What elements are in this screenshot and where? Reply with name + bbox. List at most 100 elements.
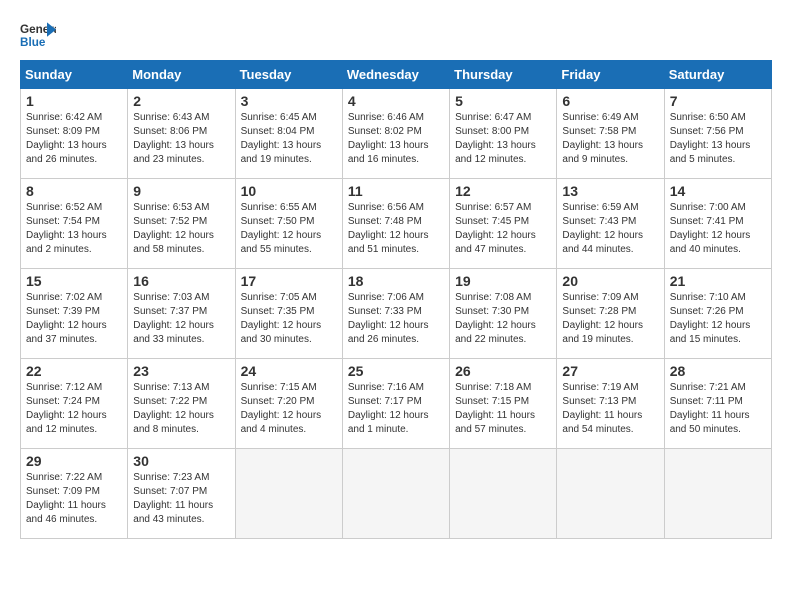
- day-info: Sunrise: 7:10 AMSunset: 7:26 PMDaylight:…: [670, 291, 766, 347]
- day-number: 16: [133, 273, 229, 289]
- column-header-thursday: Thursday: [450, 61, 557, 89]
- day-cell-20: 20Sunrise: 7:09 AMSunset: 7:28 PMDayligh…: [557, 269, 664, 359]
- day-cell-3: 3 Sunrise: 6:45 AMSunset: 8:04 PMDaylight…: [235, 89, 342, 179]
- day-cell-6: 6 Sunrise: 6:49 AMSunset: 7:58 PMDaylight…: [557, 89, 664, 179]
- day-number: 24: [241, 363, 337, 379]
- column-header-friday: Friday: [557, 61, 664, 89]
- column-header-sunday: Sunday: [21, 61, 128, 89]
- day-number: 6: [562, 93, 658, 109]
- svg-text:Blue: Blue: [20, 36, 46, 49]
- day-info: Sunrise: 6:47 AMSunset: 8:00 PMDaylight:…: [455, 111, 551, 167]
- day-cell-9: 9 Sunrise: 6:53 AMSunset: 7:52 PMDaylight…: [128, 179, 235, 269]
- day-number: 29: [26, 453, 122, 469]
- day-number: 13: [562, 183, 658, 199]
- day-info: Sunrise: 7:13 AMSunset: 7:22 PMDaylight:…: [133, 381, 229, 437]
- day-info: Sunrise: 6:49 AMSunset: 7:58 PMDaylight:…: [562, 111, 658, 167]
- empty-cell: [664, 449, 771, 539]
- calendar-table: SundayMondayTuesdayWednesdayThursdayFrid…: [20, 60, 772, 539]
- empty-cell: [235, 449, 342, 539]
- day-number: 12: [455, 183, 551, 199]
- day-number: 3: [241, 93, 337, 109]
- page-header: General Blue: [20, 20, 772, 50]
- day-info: Sunrise: 7:22 AMSunset: 7:09 PMDaylight:…: [26, 471, 122, 527]
- day-cell-25: 25 Sunrise: 7:16 AMSunset: 7:17 PMDayligh…: [342, 359, 449, 449]
- column-header-tuesday: Tuesday: [235, 61, 342, 89]
- day-cell-22: 22 Sunrise: 7:12 AMSunset: 7:24 PMDayligh…: [21, 359, 128, 449]
- day-info: Sunrise: 7:21 AMSunset: 7:11 PMDaylight:…: [670, 381, 766, 437]
- day-number: 22: [26, 363, 122, 379]
- column-header-monday: Monday: [128, 61, 235, 89]
- day-info: Sunrise: 7:16 AMSunset: 7:17 PMDaylight:…: [348, 381, 444, 437]
- day-cell-18: 18 Sunrise: 7:06 AMSunset: 7:33 PMDayligh…: [342, 269, 449, 359]
- day-number: 15: [26, 273, 122, 289]
- day-number: 19: [455, 273, 551, 289]
- day-number: 5: [455, 93, 551, 109]
- day-cell-27: 27 Sunrise: 7:19 AMSunset: 7:13 PMDayligh…: [557, 359, 664, 449]
- day-number: 2: [133, 93, 229, 109]
- day-cell-2: 2 Sunrise: 6:43 AMSunset: 8:06 PMDaylight…: [128, 89, 235, 179]
- day-number: 9: [133, 183, 229, 199]
- day-number: 14: [670, 183, 766, 199]
- day-info: Sunrise: 7:03 AMSunset: 7:37 PMDaylight:…: [133, 291, 229, 347]
- day-info: Sunrise: 6:53 AMSunset: 7:52 PMDaylight:…: [133, 201, 229, 257]
- empty-cell: [342, 449, 449, 539]
- day-info: Sunrise: 7:19 AMSunset: 7:13 PMDaylight:…: [562, 381, 658, 437]
- column-header-wednesday: Wednesday: [342, 61, 449, 89]
- day-info: Sunrise: 6:43 AMSunset: 8:06 PMDaylight:…: [133, 111, 229, 167]
- day-number: 7: [670, 93, 766, 109]
- day-info: Sunrise: 7:05 AMSunset: 7:35 PMDaylight:…: [241, 291, 337, 347]
- day-number: 30: [133, 453, 229, 469]
- day-info: Sunrise: 7:00 AMSunset: 7:41 PMDaylight:…: [670, 201, 766, 257]
- day-cell-7: 7 Sunrise: 6:50 AMSunset: 7:56 PMDaylight…: [664, 89, 771, 179]
- day-number: 26: [455, 363, 551, 379]
- day-info: Sunrise: 7:02 AMSunset: 7:39 PMDaylight:…: [26, 291, 122, 347]
- empty-cell: [450, 449, 557, 539]
- day-number: 23: [133, 363, 229, 379]
- day-cell-12: 12 Sunrise: 6:57 AMSunset: 7:45 PMDayligh…: [450, 179, 557, 269]
- day-cell-28: 28 Sunrise: 7:21 AMSunset: 7:11 PMDayligh…: [664, 359, 771, 449]
- day-cell-10: 10 Sunrise: 6:55 AMSunset: 7:50 PMDayligh…: [235, 179, 342, 269]
- day-cell-21: 21 Sunrise: 7:10 AMSunset: 7:26 PMDayligh…: [664, 269, 771, 359]
- day-cell-14: 14 Sunrise: 7:00 AMSunset: 7:41 PMDayligh…: [664, 179, 771, 269]
- day-number: 1: [26, 93, 122, 109]
- day-info: Sunrise: 6:59 AMSunset: 7:43 PMDaylight:…: [562, 201, 658, 257]
- day-info: Sunrise: 6:57 AMSunset: 7:45 PMDaylight:…: [455, 201, 551, 257]
- day-number: 11: [348, 183, 444, 199]
- day-info: Sunrise: 7:08 AMSunset: 7:30 PMDaylight:…: [455, 291, 551, 347]
- day-info: Sunrise: 7:06 AMSunset: 7:33 PMDaylight:…: [348, 291, 444, 347]
- day-cell-15: 15 Sunrise: 7:02 AMSunset: 7:39 PMDayligh…: [21, 269, 128, 359]
- day-cell-16: 16 Sunrise: 7:03 AMSunset: 7:37 PMDayligh…: [128, 269, 235, 359]
- day-info: Sunrise: 6:46 AMSunset: 8:02 PMDaylight:…: [348, 111, 444, 167]
- day-info: Sunrise: 7:15 AMSunset: 7:20 PMDaylight:…: [241, 381, 337, 437]
- day-info: Sunrise: 6:50 AMSunset: 7:56 PMDaylight:…: [670, 111, 766, 167]
- day-number: 25: [348, 363, 444, 379]
- day-cell-8: 8Sunrise: 6:52 AMSunset: 7:54 PMDaylight…: [21, 179, 128, 269]
- day-number: 17: [241, 273, 337, 289]
- day-number: 21: [670, 273, 766, 289]
- day-cell-11: 11Sunrise: 6:56 AMSunset: 7:48 PMDayligh…: [342, 179, 449, 269]
- header-row: SundayMondayTuesdayWednesdayThursdayFrid…: [21, 61, 772, 89]
- day-info: Sunrise: 7:09 AMSunset: 7:28 PMDaylight:…: [562, 291, 658, 347]
- column-header-saturday: Saturday: [664, 61, 771, 89]
- day-info: Sunrise: 7:12 AMSunset: 7:24 PMDaylight:…: [26, 381, 122, 437]
- day-info: Sunrise: 6:55 AMSunset: 7:50 PMDaylight:…: [241, 201, 337, 257]
- day-info: Sunrise: 6:52 AMSunset: 7:54 PMDaylight:…: [26, 201, 122, 257]
- day-cell-1: 1 Sunrise: 6:42 AMSunset: 8:09 PMDaylight…: [21, 89, 128, 179]
- day-info: Sunrise: 7:18 AMSunset: 7:15 PMDaylight:…: [455, 381, 551, 437]
- day-cell-23: 23 Sunrise: 7:13 AMSunset: 7:22 PMDayligh…: [128, 359, 235, 449]
- day-number: 28: [670, 363, 766, 379]
- day-info: Sunrise: 6:42 AMSunset: 8:09 PMDaylight:…: [26, 111, 122, 167]
- day-cell-13: 13 Sunrise: 6:59 AMSunset: 7:43 PMDayligh…: [557, 179, 664, 269]
- day-cell-29: 29 Sunrise: 7:22 AMSunset: 7:09 PMDayligh…: [21, 449, 128, 539]
- day-number: 18: [348, 273, 444, 289]
- logo: General Blue: [20, 20, 56, 50]
- day-cell-4: 4Sunrise: 6:46 AMSunset: 8:02 PMDaylight…: [342, 89, 449, 179]
- day-info: Sunrise: 6:45 AMSunset: 8:04 PMDaylight:…: [241, 111, 337, 167]
- day-cell-24: 24 Sunrise: 7:15 AMSunset: 7:20 PMDayligh…: [235, 359, 342, 449]
- day-cell-5: 5 Sunrise: 6:47 AMSunset: 8:00 PMDaylight…: [450, 89, 557, 179]
- day-number: 10: [241, 183, 337, 199]
- day-cell-26: 26 Sunrise: 7:18 AMSunset: 7:15 PMDayligh…: [450, 359, 557, 449]
- day-number: 27: [562, 363, 658, 379]
- empty-cell: [557, 449, 664, 539]
- day-cell-17: 17 Sunrise: 7:05 AMSunset: 7:35 PMDayligh…: [235, 269, 342, 359]
